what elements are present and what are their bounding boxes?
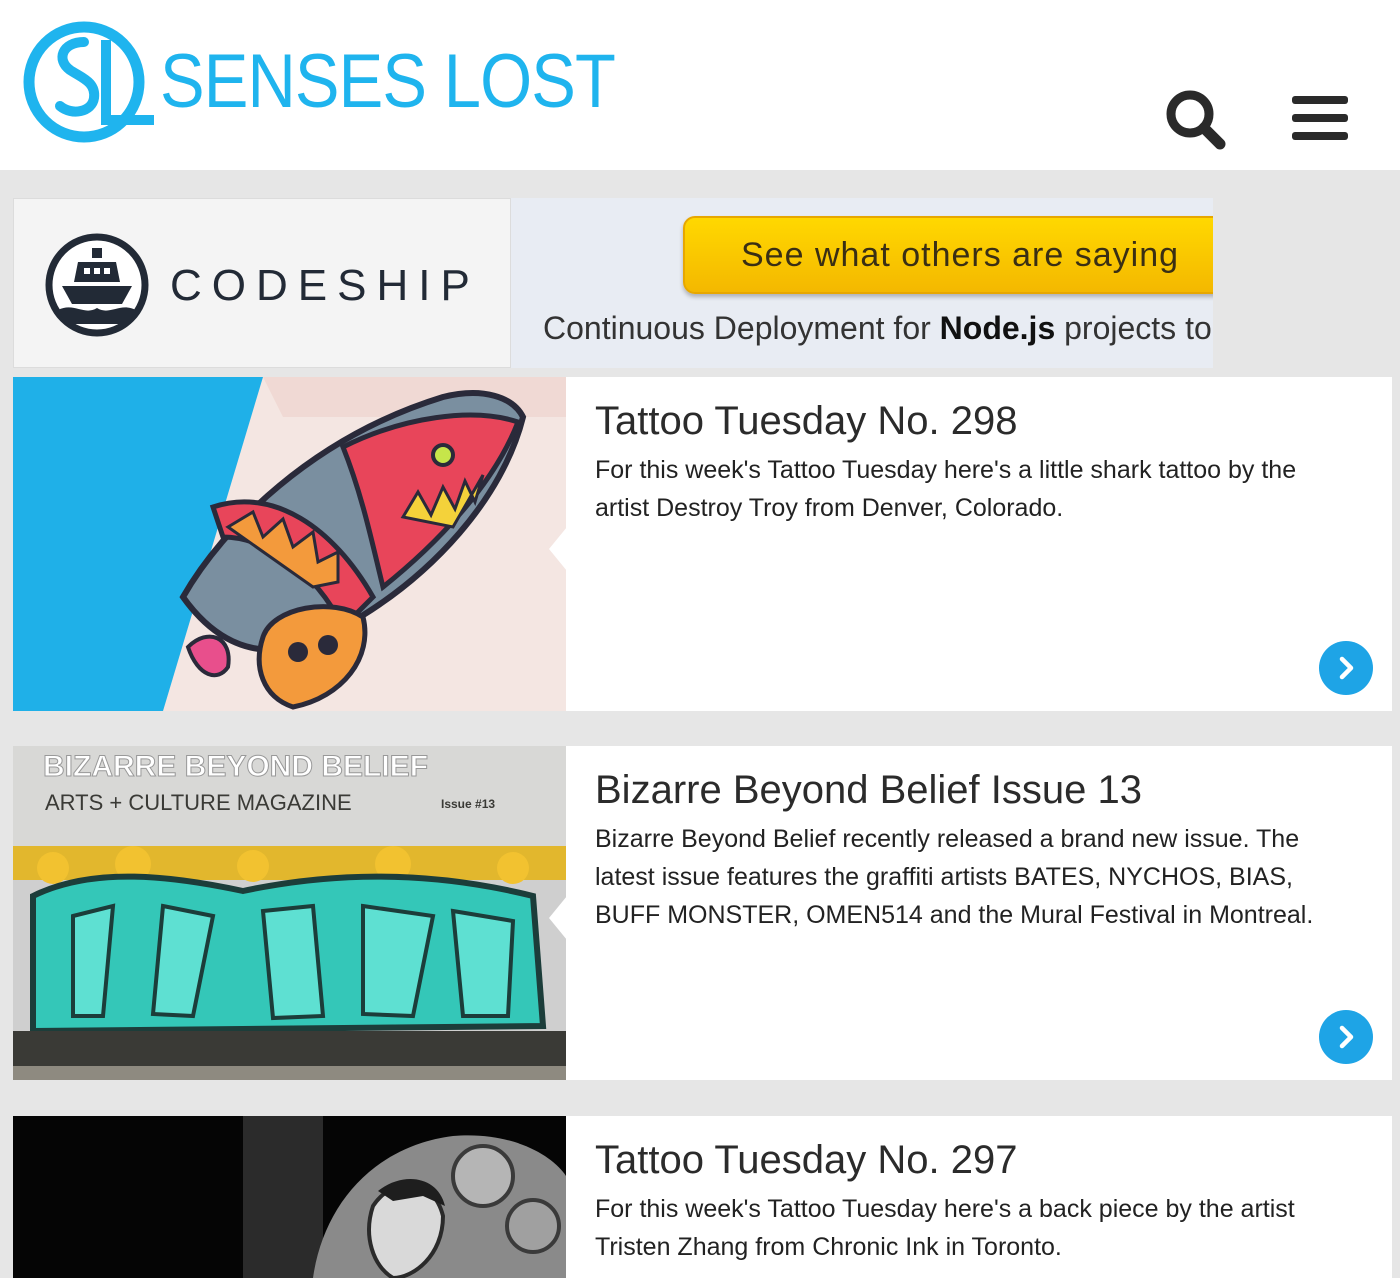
- hamburger-menu-icon: [1292, 96, 1348, 140]
- article-title[interactable]: Tattoo Tuesday No. 297: [595, 1138, 1018, 1183]
- ad-brand-name: CODESHIP: [170, 261, 480, 310]
- article-excerpt: For this week's Tattoo Tuesday here's a …: [595, 1195, 1295, 1261]
- ad-tagline: Continuous Deployment for Node.js projec…: [543, 310, 1212, 347]
- site-header: SENSES LOST: [0, 0, 1400, 170]
- ship-icon: [45, 233, 149, 337]
- back-piece-tattoo-image: [13, 1116, 566, 1278]
- magazine-cover-image: BIZARRE BEYOND BELIEF ARTS + CULTURE MAG…: [13, 746, 566, 1080]
- article-card[interactable]: Tattoo Tuesday No. 297 For this week's T…: [13, 1116, 1392, 1278]
- ad-tagline-prefix: Continuous Deployment for: [543, 310, 940, 346]
- ad-message-panel: See what others are saying Continuous De…: [511, 198, 1213, 368]
- ad-tagline-bold: Node.js: [939, 310, 1056, 346]
- search-icon: [1166, 90, 1226, 150]
- search-button[interactable]: [1164, 88, 1228, 152]
- senses-lost-logo-icon: [23, 21, 154, 143]
- ad-cta-button[interactable]: See what others are saying: [683, 216, 1213, 294]
- magazine-masthead: BIZARRE BEYOND BELIEF: [43, 750, 428, 783]
- read-more-button[interactable]: [1319, 641, 1373, 695]
- shark-tattoo-image: [13, 377, 566, 711]
- menu-button[interactable]: [1292, 94, 1348, 142]
- article-excerpt: Bizarre Beyond Belief recently released …: [595, 825, 1314, 929]
- article-thumbnail-shark-tattoo[interactable]: [13, 377, 566, 711]
- ad-brand-panel: CODESHIP: [13, 198, 511, 368]
- ad-tagline-suffix: projects to: [1055, 310, 1212, 346]
- chevron-right-icon: [1339, 656, 1354, 680]
- article-card[interactable]: Tattoo Tuesday No. 298 For this week's T…: [13, 377, 1392, 711]
- article-thumbnail-back-piece-tattoo[interactable]: [13, 1116, 566, 1278]
- thumbnail-notch: [549, 527, 567, 571]
- article-title[interactable]: Tattoo Tuesday No. 298: [595, 399, 1018, 444]
- chevron-right-icon: [1339, 1025, 1354, 1049]
- read-more-button[interactable]: [1319, 1010, 1373, 1064]
- article-card[interactable]: BIZARRE BEYOND BELIEF ARTS + CULTURE MAG…: [13, 746, 1392, 1080]
- article-thumbnail-magazine-cover[interactable]: BIZARRE BEYOND BELIEF ARTS + CULTURE MAG…: [13, 746, 566, 1080]
- site-logo[interactable]: SENSES LOST: [22, 18, 622, 146]
- magazine-issue: Issue #13: [441, 797, 495, 811]
- magazine-subtitle: ARTS + CULTURE MAGAZINE: [45, 790, 352, 815]
- article-title[interactable]: Bizarre Beyond Belief Issue 13: [595, 768, 1142, 813]
- site-name: SENSES LOST: [160, 39, 616, 124]
- codeship-ad-banner[interactable]: CODESHIP See what others are saying Cont…: [13, 198, 1213, 368]
- thumbnail-notch: [549, 896, 567, 940]
- article-excerpt: For this week's Tattoo Tuesday here's a …: [595, 456, 1297, 522]
